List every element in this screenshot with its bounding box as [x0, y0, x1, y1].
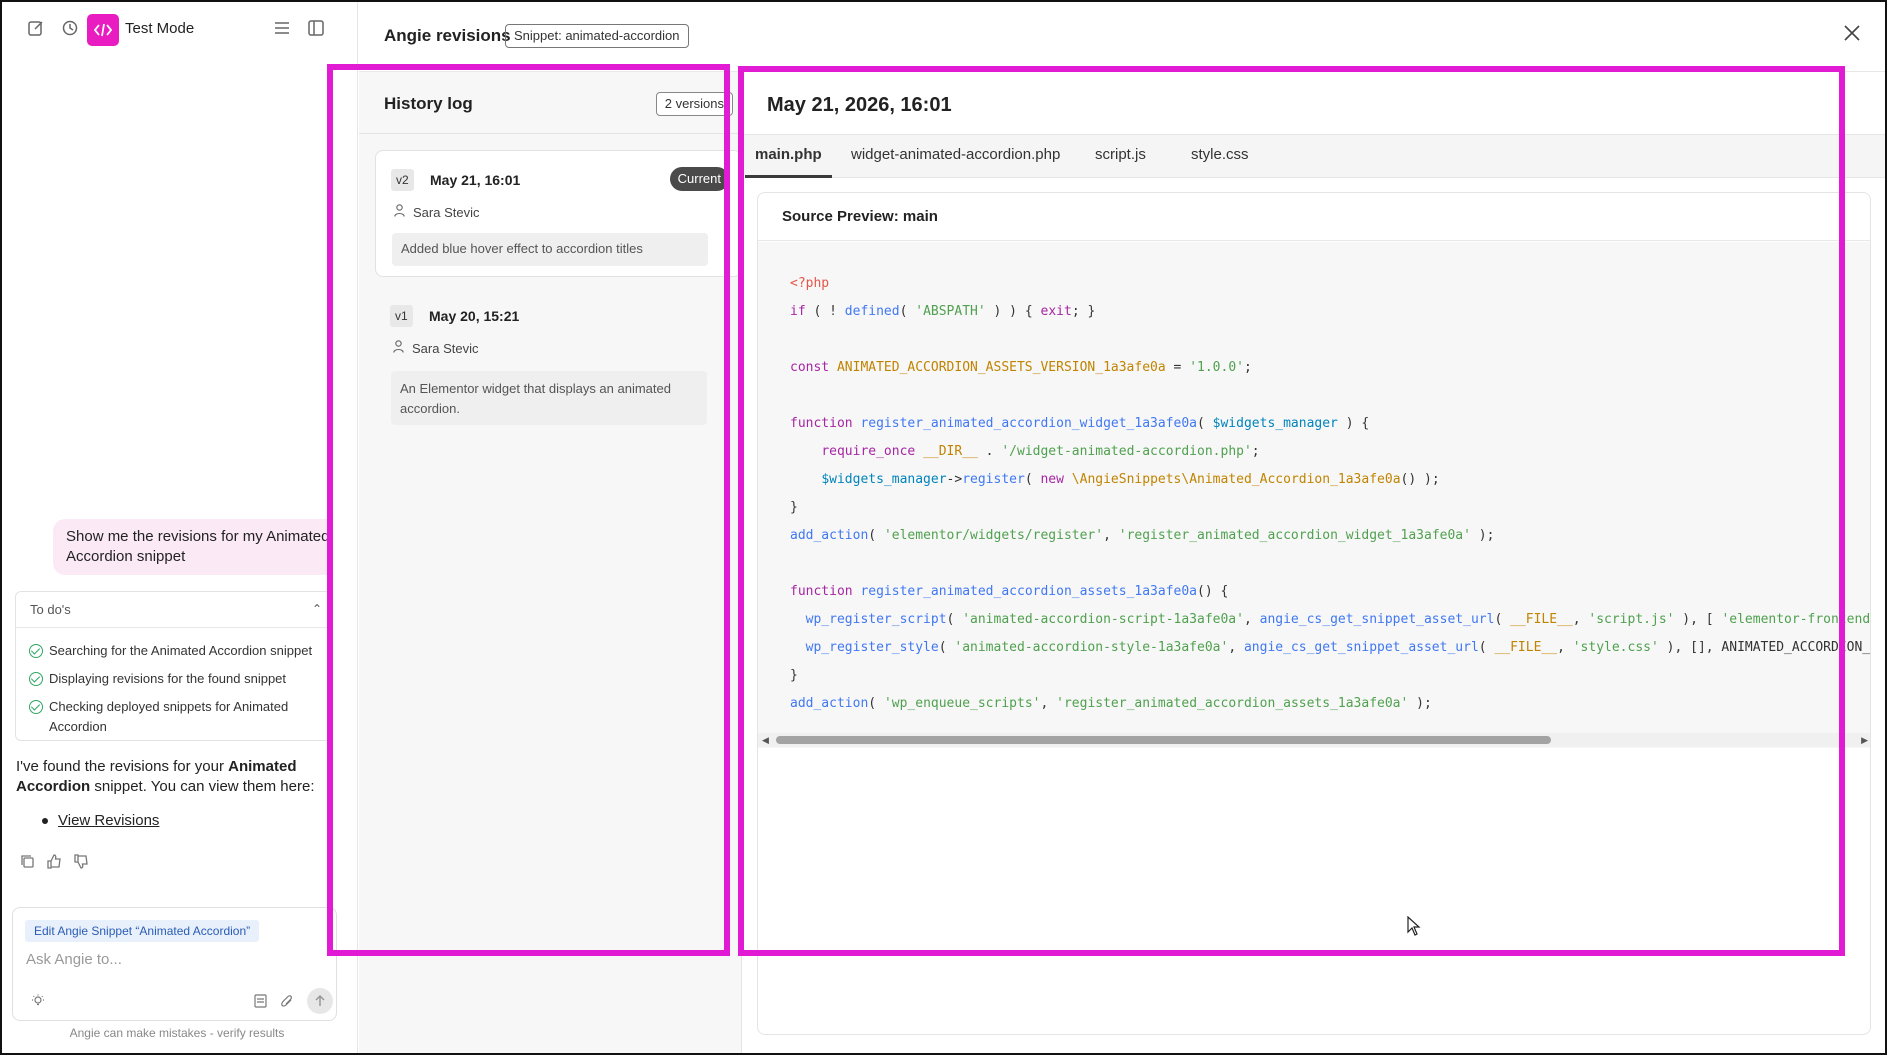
copy-icon[interactable]: [20, 854, 35, 874]
history-title: History log: [384, 94, 473, 113]
history-header: History log 2 versions: [359, 72, 741, 134]
version-tag: v2: [391, 169, 414, 191]
tab-main-php[interactable]: main.php: [745, 135, 832, 178]
message-actions: [20, 854, 89, 874]
revision-preview: May 21, 2026, 16:01 main.php widget-anim…: [743, 72, 1885, 1053]
current-badge: Current: [669, 167, 729, 191]
user-icon: [394, 204, 405, 220]
version-note: An Elementor widget that displays an ani…: [391, 371, 707, 425]
todo-item: Checking deployed snippets for Animated …: [16, 697, 332, 737]
chat-panel: Test Mode Show me the revisions for my A…: [2, 2, 358, 1053]
chevron-up-icon[interactable]: ⌃: [312, 602, 322, 616]
chat-composer: Edit Angie Snippet “Animated Accordion”: [12, 907, 337, 1021]
thumbs-up-icon[interactable]: [47, 854, 62, 874]
scroll-right-icon[interactable]: ▶: [1861, 735, 1868, 746]
mouse-cursor-icon: [1407, 915, 1421, 941]
view-revisions-link[interactable]: View Revisions: [58, 812, 159, 829]
check-circle-icon: [29, 672, 43, 686]
code-logo-icon: [87, 14, 119, 46]
chat-topbar: Test Mode: [2, 2, 358, 54]
scroll-left-icon[interactable]: ◀: [762, 735, 769, 746]
send-button[interactable]: [307, 988, 333, 1014]
user-message: Show me the revisions for my Animated Ac…: [53, 519, 330, 575]
paperclip-icon[interactable]: [276, 990, 298, 1012]
version-tag: v1: [390, 305, 413, 327]
tab-script-js[interactable]: script.js: [1085, 135, 1156, 178]
todo-header[interactable]: To do's ⌃: [16, 592, 332, 628]
chat-input[interactable]: [26, 951, 316, 968]
version-card-v2[interactable]: v2 May 21, 16:01 Current Sara Stevic Add…: [375, 150, 742, 277]
version-note: Added blue hover effect to accordion tit…: [392, 233, 708, 266]
version-date: May 21, 16:01: [430, 172, 521, 188]
check-circle-icon: [29, 644, 43, 658]
scrollbar-thumb[interactable]: [776, 736, 1551, 744]
todo-title: To do's: [30, 602, 71, 617]
todo-item: Searching for the Animated Accordion sni…: [16, 641, 332, 661]
revisions-header: Angie revisions Snippet: animated-accord…: [359, 2, 1885, 72]
preview-date: May 21, 2026, 16:01: [767, 94, 952, 116]
sidebar-toggle-icon[interactable]: [304, 16, 328, 40]
check-circle-icon: [29, 700, 43, 714]
thumbs-down-icon[interactable]: [74, 854, 89, 874]
version-author: Sara Stevic: [394, 204, 479, 220]
app-title: Test Mode: [125, 20, 195, 37]
disclaimer: Angie can make mistakes - verify results: [69, 1026, 285, 1040]
version-author: Sara Stevic: [393, 340, 478, 356]
snippet-badge: Snippet: animated-accordion: [505, 24, 689, 48]
user-icon: [393, 340, 404, 356]
version-count-badge: 2 versions: [655, 92, 733, 116]
file-tabs: main.php widget-animated-accordion.php s…: [743, 134, 1885, 178]
revisions-title: Angie revisions: [384, 26, 511, 45]
history-icon[interactable]: [58, 16, 82, 40]
todo-item: Displaying revisions for the found snipp…: [16, 669, 332, 689]
tab-style-css[interactable]: style.css: [1181, 135, 1259, 178]
assistant-message: I've found the revisions for your Animat…: [16, 758, 315, 795]
version-card-v1[interactable]: v1 May 20, 15:21 Sara Stevic An Elemento…: [375, 287, 742, 425]
new-chat-icon[interactable]: [24, 16, 48, 40]
code-viewer[interactable]: <?php if ( ! defined( 'ABSPATH' ) ) { ex…: [758, 242, 1871, 748]
document-icon[interactable]: [249, 990, 271, 1012]
close-icon[interactable]: [1843, 24, 1865, 46]
code-block: <?php if ( ! defined( 'ABSPATH' ) ) { ex…: [790, 276, 1871, 711]
history-log: History log 2 versions v2 May 21, 16:01 …: [359, 72, 742, 1053]
view-revisions-item: View Revisions: [42, 812, 159, 829]
tab-widget-animated-accordion-php[interactable]: widget-animated-accordion.php: [841, 135, 1070, 178]
todo-list: To do's ⌃ Searching for the Animated Acc…: [15, 591, 333, 741]
lightbulb-icon[interactable]: [27, 990, 49, 1012]
version-date: May 20, 15:21: [429, 308, 520, 324]
source-preview-card: Source Preview: main <?php if ( ! define…: [757, 192, 1871, 1035]
menu-icon[interactable]: [270, 16, 294, 40]
source-preview-title: Source Preview: main: [758, 193, 1870, 241]
context-chip[interactable]: Edit Angie Snippet “Animated Accordion”: [25, 920, 260, 942]
horizontal-scrollbar[interactable]: ◀ ▶: [758, 733, 1870, 747]
